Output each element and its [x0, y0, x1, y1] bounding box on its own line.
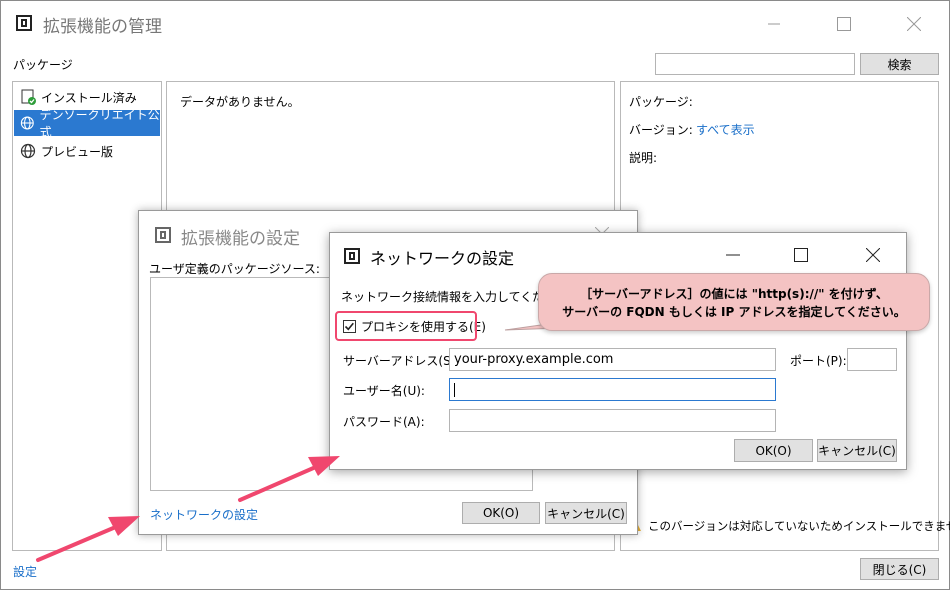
arrow-to-network-dialog: [238, 456, 340, 502]
annotation-arrows: [36, 456, 340, 562]
arrow-to-network-link: [36, 516, 140, 562]
